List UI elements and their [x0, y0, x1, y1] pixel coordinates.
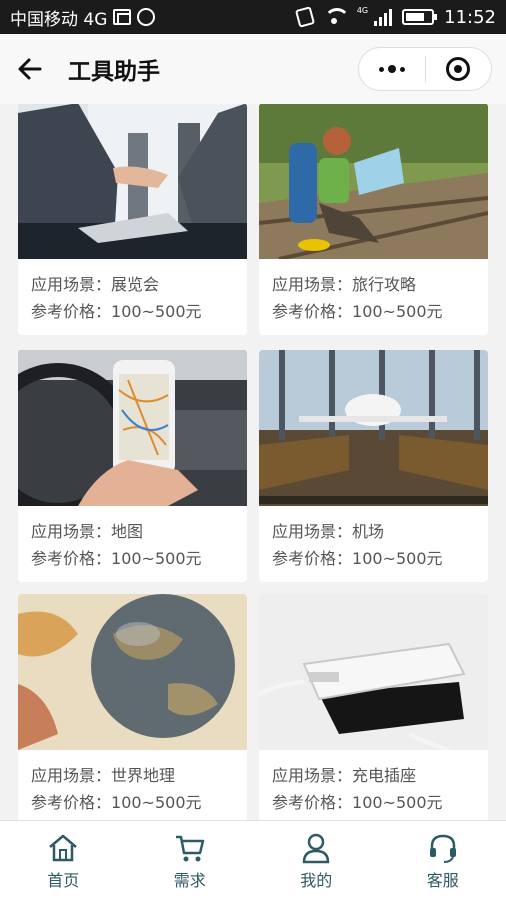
price-value: 100~500元 [111, 302, 202, 321]
cart-icon [175, 835, 204, 861]
tab-home-label: 首页 [47, 870, 80, 890]
tab-bar: 首页 需求 我的 客服 [0, 820, 506, 900]
page-title: 工具助手 [68, 59, 160, 85]
card-exhibition[interactable]: 应用场景：展览会 参考价格：100~500元 [18, 104, 247, 335]
clock: 11:52 [444, 6, 496, 28]
close-miniprogram-button[interactable] [426, 48, 492, 90]
scene-row: 应用场景：世界地理 [31, 766, 176, 785]
card-airport[interactable]: 应用场景：机场 参考价格：100~500元 [259, 350, 488, 582]
scene-value: 地图 [111, 522, 144, 541]
target-circle-icon [446, 57, 471, 81]
price-row: 参考价格：100~500元 [272, 549, 443, 568]
scene-value: 世界地理 [111, 766, 176, 785]
tab-demand-label: 需求 [173, 870, 206, 890]
tab-service-label: 客服 [426, 870, 459, 890]
price-value: 100~500元 [352, 793, 443, 812]
tab-mine-label: 我的 [300, 870, 333, 890]
phone-charger-photo [259, 594, 488, 750]
home-icon [49, 834, 78, 861]
scene-value: 旅行攻略 [352, 275, 417, 294]
tab-home[interactable]: 首页 [0, 821, 127, 900]
airport-photo [259, 350, 488, 506]
card-charging-socket[interactable]: 应用场景：充电插座 参考价格：100~500元 [259, 594, 488, 820]
wifi-icon [323, 8, 350, 26]
gallery-notification-icon [113, 9, 132, 25]
price-value: 100~500元 [352, 302, 443, 321]
app-notification-icon [137, 8, 156, 26]
nav-bar: 工具助手 [0, 34, 506, 104]
price-value: 100~500元 [111, 549, 202, 568]
carrier-label: 中国移动 4G [10, 9, 108, 30]
scene-row: 应用场景：充电插座 [272, 766, 417, 785]
miniprogram-capsule [358, 47, 492, 91]
scene-value: 充电插座 [352, 766, 417, 785]
tab-demand[interactable]: 需求 [127, 821, 254, 900]
car-phone-map-photo [18, 350, 247, 506]
back-button[interactable] [0, 34, 60, 104]
tab-service[interactable]: 客服 [380, 821, 506, 900]
card-grid: 应用场景：展览会 参考价格：100~500元 应用场景：旅行攻略 参考价格：10… [0, 104, 506, 820]
handshake-photo [18, 104, 247, 259]
vibrate-icon [294, 6, 315, 28]
tab-mine[interactable]: 我的 [253, 821, 380, 900]
arrow-left-icon [18, 58, 42, 80]
scene-row: 应用场景：地图 [31, 522, 144, 541]
network-type-label: 4G [356, 5, 369, 15]
scene-value: 机场 [352, 522, 385, 541]
battery-icon [402, 9, 438, 25]
headset-icon [429, 834, 456, 863]
scene-row: 应用场景：机场 [272, 522, 385, 541]
price-value: 100~500元 [352, 549, 443, 568]
more-button[interactable] [359, 48, 425, 90]
card-map[interactable]: 应用场景：地图 参考价格：100~500元 [18, 350, 247, 582]
scene-value: 展览会 [111, 275, 160, 294]
price-row: 参考价格：100~500元 [31, 793, 202, 812]
traveler-photo [259, 104, 488, 259]
price-row: 参考价格：100~500元 [272, 302, 443, 321]
price-row: 参考价格：100~500元 [31, 302, 202, 321]
scene-row: 应用场景：展览会 [31, 275, 160, 294]
globe-photo [18, 594, 247, 750]
user-icon [302, 833, 330, 863]
more-dots-icon [378, 65, 405, 73]
status-bar: 中国移动 4G 4G 11:52 [0, 0, 506, 34]
price-value: 100~500元 [111, 793, 202, 812]
price-row: 参考价格：100~500元 [272, 793, 443, 812]
scene-row: 应用场景：旅行攻略 [272, 275, 417, 294]
signal-icon [374, 8, 393, 26]
card-travel[interactable]: 应用场景：旅行攻略 参考价格：100~500元 [259, 104, 488, 335]
card-world-geography[interactable]: 应用场景：世界地理 参考价格：100~500元 [18, 594, 247, 820]
price-row: 参考价格：100~500元 [31, 549, 202, 568]
